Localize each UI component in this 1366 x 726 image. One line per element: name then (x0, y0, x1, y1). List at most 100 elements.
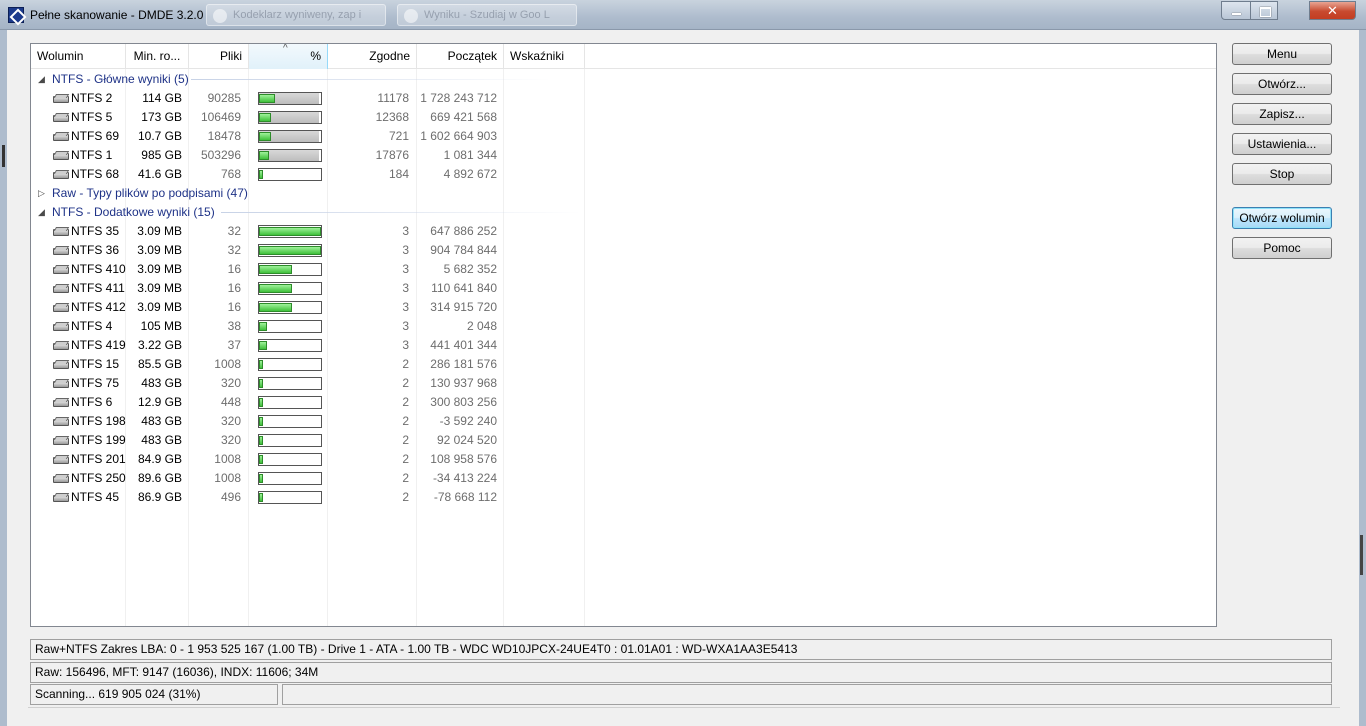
volume-name: NTFS 250 (71, 471, 126, 485)
match-count: 184 (388, 167, 409, 181)
percent-bar (258, 263, 322, 276)
volume-row[interactable]: NTFS 412 3.09 MB 16 3 314 915 720 (31, 298, 591, 317)
settings-button[interactable]: Ustawienia... (1232, 133, 1332, 155)
collapse-arrow-icon[interactable]: ◢ (38, 207, 45, 218)
group-label: Raw - Typy plików po podpisami (47) (52, 186, 248, 200)
sort-ascending-icon: ^ (283, 44, 288, 54)
volume-row[interactable]: NTFS 199 483 GB 320 2 92 024 520 (31, 431, 591, 450)
match-count: 2 (402, 376, 409, 390)
match-count: 2 (402, 357, 409, 371)
background-tab-label: Wyniku - Szudiaj w Goo L (424, 9, 550, 21)
volume-row[interactable]: NTFS 419 3.22 GB 37 3 441 401 344 (31, 336, 591, 355)
percent-bar-fill (259, 94, 275, 103)
match-count: 17876 (375, 148, 409, 162)
expand-arrow-icon[interactable]: ▷ (38, 188, 45, 199)
open-volume-button[interactable]: Otwórz wolumin (1232, 207, 1332, 229)
percent-bar (258, 168, 322, 181)
percent-bar (258, 244, 322, 257)
volume-name: NTFS 69 (71, 129, 120, 143)
percent-bar-fill (259, 170, 263, 179)
file-count: 1008 (214, 357, 241, 371)
column-header-indicators[interactable]: Wskaźniki (504, 44, 585, 69)
hard-drive-icon (53, 227, 69, 236)
start-sector: 314 915 720 (430, 300, 497, 314)
hard-drive-icon (53, 132, 69, 141)
match-count: 3 (402, 262, 409, 276)
hard-drive-icon (53, 113, 69, 122)
volume-row[interactable]: NTFS 75 483 GB 320 2 130 937 968 (31, 374, 591, 393)
volume-row[interactable]: NTFS 68 41.6 GB 768 184 4 892 672 (31, 165, 591, 184)
close-button[interactable]: ✕ (1309, 1, 1356, 20)
group-label: NTFS - Główne wyniki (5) (52, 72, 189, 86)
column-header-min-size[interactable]: Min. ro... (126, 44, 189, 69)
maximize-button[interactable] (1250, 1, 1278, 20)
volume-row[interactable]: NTFS 5 173 GB 106469 12368 669 421 568 (31, 108, 591, 127)
percent-bar (258, 301, 322, 314)
volume-row[interactable]: NTFS 15 85.5 GB 1008 2 286 181 576 (31, 355, 591, 374)
collapse-arrow-icon[interactable]: ◢ (38, 74, 45, 85)
start-sector: 5 682 352 (443, 262, 497, 276)
volume-row[interactable]: NTFS 45 86.9 GB 496 2 -78 668 112 (31, 488, 591, 507)
match-count: 3 (402, 281, 409, 295)
volume-size: 86.9 GB (137, 490, 182, 504)
list-header: Wolumin Min. ro... Pliki ^ % Zgodne Pocz… (31, 44, 1216, 69)
results-list[interactable]: Wolumin Min. ro... Pliki ^ % Zgodne Pocz… (30, 43, 1217, 627)
column-header-volume[interactable]: Wolumin (31, 44, 126, 69)
stop-button[interactable]: Stop (1232, 163, 1332, 185)
volume-row[interactable]: NTFS 1 985 GB 503296 17876 1 081 344 (31, 146, 591, 165)
column-header-matches[interactable]: Zgodne (328, 44, 417, 69)
column-header-percent[interactable]: ^ % (249, 44, 328, 69)
file-count: 320 (220, 433, 241, 447)
volume-row[interactable]: NTFS 35 3.09 MB 32 3 647 886 252 (31, 222, 591, 241)
drive-info-status: Raw+NTFS Zakres LBA: 0 - 1 953 525 167 (… (30, 639, 1332, 660)
save-button[interactable]: Zapisz... (1232, 103, 1332, 125)
file-count: 448 (220, 395, 241, 409)
group-header[interactable]: ◢ NTFS - Główne wyniki (5) (31, 70, 591, 89)
minimize-button[interactable] (1221, 1, 1251, 20)
file-count: 38 (227, 319, 241, 333)
volume-size: 41.6 GB (137, 167, 182, 181)
start-sector: -34 413 224 (432, 471, 497, 485)
volume-row[interactable]: NTFS 6 12.9 GB 448 2 300 803 256 (31, 393, 591, 412)
volume-size: 12.9 GB (137, 395, 182, 409)
file-count: 16 (227, 300, 241, 314)
volume-row[interactable]: NTFS 201 84.9 GB 1008 2 108 958 576 (31, 450, 591, 469)
percent-bar-fill (259, 493, 263, 502)
volume-row[interactable]: NTFS 36 3.09 MB 32 3 904 784 844 (31, 241, 591, 260)
volume-row[interactable]: NTFS 250 89.6 GB 1008 2 -34 413 224 (31, 469, 591, 488)
start-sector: 92 024 520 (436, 433, 497, 447)
percent-bar (258, 320, 322, 333)
file-count: 1008 (214, 452, 241, 466)
match-count: 3 (402, 224, 409, 238)
volume-row[interactable]: NTFS 198 483 GB 320 2 -3 592 240 (31, 412, 591, 431)
dmde-app-icon[interactable] (8, 7, 24, 23)
open-button[interactable]: Otwórz... (1232, 73, 1332, 95)
volume-row[interactable]: NTFS 4 105 MB 38 3 2 048 (31, 317, 591, 336)
volume-row[interactable]: NTFS 411 3.09 MB 16 3 110 641 840 (31, 279, 591, 298)
help-button[interactable]: Pomoc (1232, 237, 1332, 259)
file-count: 503296 (200, 148, 241, 162)
percent-bar (258, 111, 322, 124)
hard-drive-icon (53, 170, 69, 179)
menu-button[interactable]: Menu (1232, 43, 1332, 65)
scan-progress-bar (282, 684, 1332, 705)
start-sector: 441 401 344 (430, 338, 497, 352)
group-header[interactable]: ◢ NTFS - Dodatkowe wyniki (15) (31, 203, 591, 222)
percent-bar-fill (259, 246, 321, 255)
match-count: 2 (402, 395, 409, 409)
volume-row[interactable]: NTFS 2 114 GB 90285 11178 1 728 243 712 (31, 89, 591, 108)
file-count: 496 (220, 490, 241, 504)
background-tab: Kodeklarz wyniweny, zap i (206, 4, 386, 26)
volume-size: 3.09 MB (137, 262, 182, 276)
start-sector: 1 081 344 (443, 148, 497, 162)
volume-row[interactable]: NTFS 69 10.7 GB 18478 721 1 602 664 903 (31, 127, 591, 146)
group-header[interactable]: ▷ Raw - Typy plików po podpisami (47) (31, 184, 591, 203)
column-header-start[interactable]: Początek (417, 44, 504, 69)
volume-name: NTFS 75 (71, 376, 120, 390)
file-count: 32 (227, 243, 241, 257)
volume-row[interactable]: NTFS 410 3.09 MB 16 3 5 682 352 (31, 260, 591, 279)
match-count: 2 (402, 471, 409, 485)
window-edge-mark (1360, 535, 1363, 575)
percent-bar-fill (259, 455, 263, 464)
column-header-files[interactable]: Pliki (189, 44, 249, 69)
